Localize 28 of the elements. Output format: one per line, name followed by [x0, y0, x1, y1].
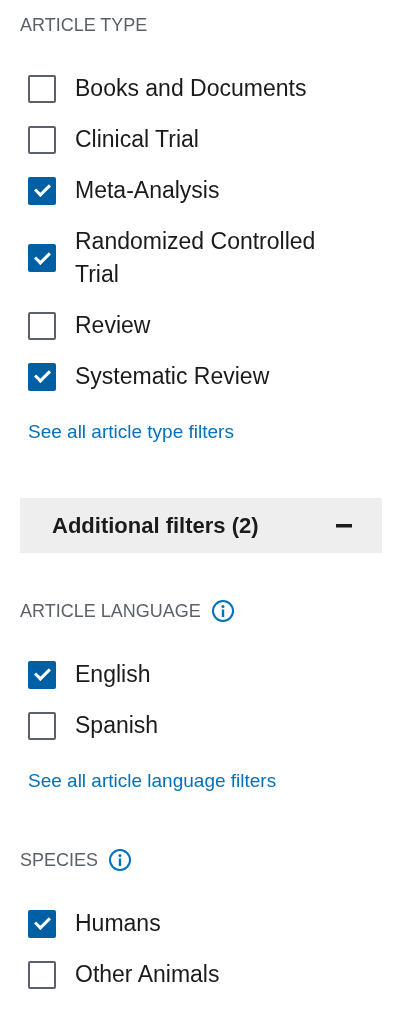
see-all-link[interactable]: See all article language filters: [20, 769, 382, 793]
section-heading: SPECIES: [20, 849, 99, 872]
checkbox[interactable]: [28, 74, 56, 103]
option-label: Review: [75, 311, 151, 340]
additional-filters-button[interactable]: Additional filters (2): [20, 498, 382, 553]
checkbox[interactable]: [28, 660, 56, 689]
checkbox[interactable]: [28, 244, 56, 272]
checkbox[interactable]: [28, 125, 56, 154]
option-label: Spanish: [75, 711, 159, 740]
checkbox[interactable]: [28, 909, 56, 938]
option-label: Clinical Trial: [75, 125, 199, 154]
option-label: Randomized Controlled Trial: [75, 227, 317, 289]
checkbox[interactable]: [28, 176, 56, 205]
checkbox[interactable]: [28, 960, 56, 989]
option-label: Books and Documents: [75, 74, 307, 103]
checkbox[interactable]: [28, 711, 56, 740]
section-heading: ARTICLE TYPE: [20, 14, 148, 37]
info-icon[interactable]: [108, 848, 133, 872]
option-label: English: [75, 660, 151, 689]
checkbox[interactable]: [28, 362, 56, 391]
info-icon[interactable]: [210, 599, 235, 623]
see-all-link[interactable]: See all article type filters: [20, 420, 382, 444]
option-label: Systematic Review: [75, 362, 270, 391]
checkbox[interactable]: [28, 311, 56, 340]
option-label: Other Animals: [75, 960, 220, 989]
option-label: Meta-Analysis: [75, 176, 220, 205]
option-label: Humans: [75, 909, 161, 938]
section-heading: ARTICLE LANGUAGE: [20, 600, 201, 623]
